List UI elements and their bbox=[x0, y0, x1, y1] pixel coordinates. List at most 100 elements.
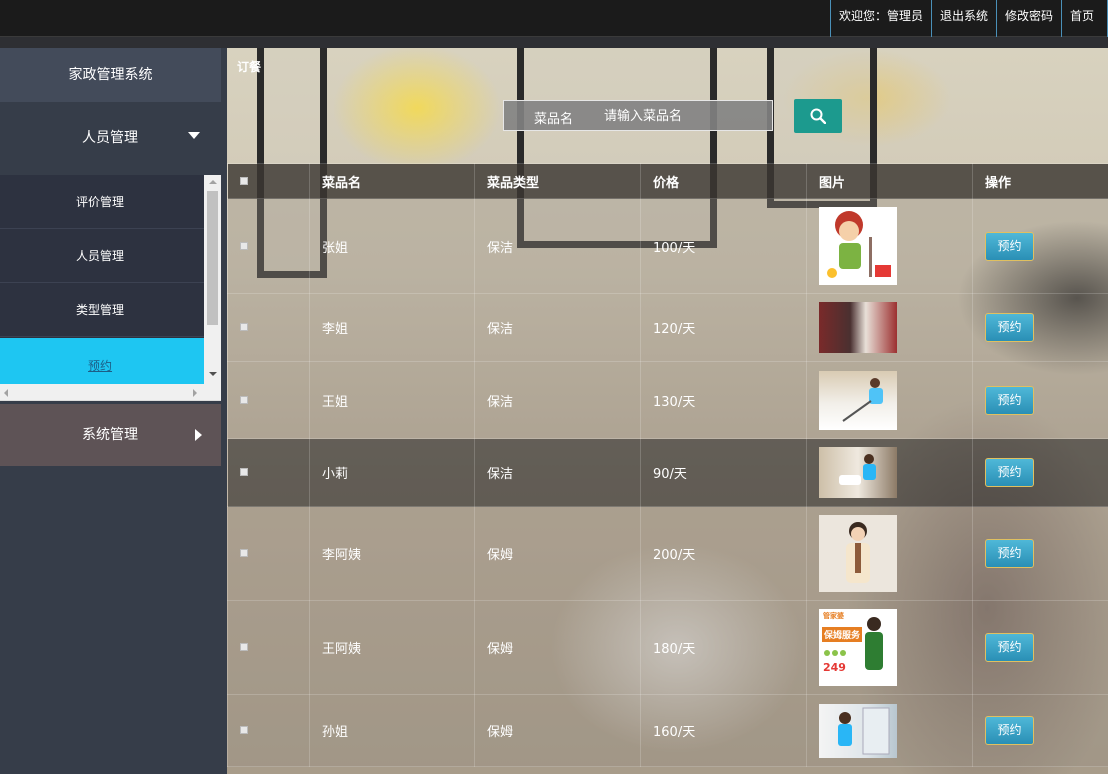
scroll-thumb[interactable] bbox=[207, 191, 218, 325]
cell-name: 张姐 bbox=[309, 198, 475, 294]
cell-price: 180/天 bbox=[640, 600, 807, 695]
sidebar-item-label: 人员管理 bbox=[76, 249, 125, 263]
row-select-cell bbox=[227, 600, 310, 695]
cell-type: 保洁 bbox=[474, 198, 641, 294]
cell-image bbox=[806, 293, 973, 362]
sidebar-item-review[interactable]: 评价管理 bbox=[0, 175, 204, 229]
cell-price: 120/天 bbox=[640, 293, 807, 362]
table-row: 李姐 保洁 120/天 预约 bbox=[227, 293, 1108, 362]
column-header-name[interactable]: 菜品名 bbox=[309, 163, 475, 199]
welcome-text: 欢迎您：管理员 bbox=[829, 0, 931, 37]
select-all-checkbox[interactable] bbox=[240, 176, 248, 185]
sidebar-item-people[interactable]: 人员管理 bbox=[0, 229, 204, 283]
cell-name: 王姐 bbox=[309, 361, 475, 439]
change-password-link[interactable]: 修改密码 bbox=[995, 0, 1061, 37]
cartoon-cleaner-image bbox=[819, 207, 897, 285]
row-select-cell bbox=[227, 293, 310, 362]
sidebar-item-types[interactable]: 类型管理 bbox=[0, 283, 204, 337]
cell-price: 200/天 bbox=[640, 506, 807, 601]
sidebar-menu-people-label: 人员管理 bbox=[82, 130, 138, 146]
cell-image bbox=[806, 438, 973, 507]
system-title: 家政管理系统 bbox=[0, 48, 221, 102]
cell-name: 李阿姨 bbox=[309, 506, 475, 601]
search-button[interactable] bbox=[794, 99, 842, 133]
row-select-cell bbox=[227, 198, 310, 294]
top-divider bbox=[0, 37, 1108, 48]
row-checkbox[interactable] bbox=[240, 241, 248, 250]
search-icon bbox=[810, 108, 826, 124]
table-row: 王姐 保洁 130/天 预约 bbox=[227, 361, 1108, 439]
cell-price: 90/天 bbox=[640, 438, 807, 507]
search-bar: 菜品名 bbox=[503, 100, 773, 131]
logout-link[interactable]: 退出系统 bbox=[930, 0, 996, 37]
row-select-cell bbox=[227, 506, 310, 601]
top-bar: 欢迎您：管理员 退出系统 修改密码 首页 bbox=[0, 0, 1108, 37]
cell-price: 160/天 bbox=[640, 694, 807, 767]
vacuum-cleaning-photo bbox=[819, 370, 897, 430]
column-header-type[interactable]: 菜品类型 bbox=[474, 163, 641, 199]
cell-action: 预约 bbox=[972, 694, 1108, 767]
row-checkbox[interactable] bbox=[240, 643, 248, 651]
sidebar-menu-system-label: 系统管理 bbox=[82, 427, 138, 443]
row-select-cell bbox=[227, 694, 310, 767]
book-button[interactable]: 预约 bbox=[985, 313, 1034, 342]
table-row: 小莉 保洁 90/天 预约 bbox=[227, 438, 1108, 507]
cell-type: 保姆 bbox=[474, 694, 641, 767]
row-checkbox[interactable] bbox=[240, 468, 248, 476]
caret-right-icon bbox=[195, 429, 202, 441]
sidebar-menu-people[interactable]: 人员管理 bbox=[0, 102, 221, 174]
cell-image bbox=[806, 361, 973, 439]
row-checkbox[interactable] bbox=[240, 395, 248, 404]
row-checkbox[interactable] bbox=[240, 726, 248, 734]
book-button[interactable]: 预约 bbox=[985, 633, 1034, 662]
nanny-portrait-photo bbox=[819, 515, 897, 592]
book-button[interactable]: 预约 bbox=[985, 385, 1034, 415]
caret-down-icon bbox=[188, 132, 200, 139]
cell-name: 李姐 bbox=[309, 293, 475, 362]
vertical-scrollbar[interactable] bbox=[204, 175, 221, 384]
cell-name: 小莉 bbox=[309, 438, 475, 507]
cleaning-staff-photo bbox=[819, 447, 897, 498]
sidebar-menu-system[interactable]: 系统管理 bbox=[0, 404, 221, 466]
table-row: 李阿姨 保姆 200/天 预约 bbox=[227, 506, 1108, 601]
book-button[interactable]: 预约 bbox=[985, 458, 1034, 487]
row-checkbox[interactable] bbox=[240, 323, 248, 331]
row-checkbox[interactable] bbox=[240, 549, 248, 557]
cell-type: 保姆 bbox=[474, 506, 641, 601]
home-link[interactable]: 首页 bbox=[1060, 0, 1108, 37]
scroll-right-icon[interactable] bbox=[193, 389, 197, 397]
table-header-row: 菜品名 菜品类型 价格 图片 操作 bbox=[227, 163, 1108, 199]
cell-action: 预约 bbox=[972, 361, 1108, 439]
sidebar-item-booking[interactable]: 预约 bbox=[0, 338, 204, 384]
scroll-left-icon[interactable] bbox=[4, 389, 8, 397]
cell-image bbox=[806, 198, 973, 294]
table-row: 王阿姨 保姆 180/天 管家婆 保姆服务 249 预约 bbox=[227, 600, 1108, 695]
search-input[interactable] bbox=[604, 103, 764, 129]
sidebar: 家政管理系统 人员管理 评价管理 人员管理 类型管理 预约 系统管理 bbox=[0, 48, 227, 774]
scroll-up-icon[interactable] bbox=[209, 180, 217, 184]
sidebar-item-label: 类型管理 bbox=[76, 303, 125, 317]
cell-type: 保姆 bbox=[474, 600, 641, 695]
cleaning-staff-photo bbox=[819, 302, 897, 353]
cell-name: 孙姐 bbox=[309, 694, 475, 767]
row-select-cell bbox=[227, 438, 310, 507]
scroll-down-icon[interactable] bbox=[209, 372, 217, 376]
column-header-image: 图片 bbox=[806, 163, 973, 199]
table-row: 张姐 保洁 100/天 预约 bbox=[227, 198, 1108, 294]
column-header-action: 操作 bbox=[972, 163, 1108, 199]
sidebar-item-label: 评价管理 bbox=[76, 195, 125, 209]
cell-type: 保洁 bbox=[474, 438, 641, 507]
cell-action: 预约 bbox=[972, 600, 1108, 695]
cell-image bbox=[806, 506, 973, 601]
book-button[interactable]: 预约 bbox=[985, 231, 1034, 261]
book-button[interactable]: 预约 bbox=[985, 539, 1034, 568]
cell-action: 预约 bbox=[972, 438, 1108, 507]
staff-table: 菜品名 菜品类型 价格 图片 操作 张姐 保洁 100/天 预约 李姐 保洁 1… bbox=[227, 163, 1108, 767]
cell-name: 王阿姨 bbox=[309, 600, 475, 695]
sidebar-submenu: 评价管理 人员管理 类型管理 预约 bbox=[0, 175, 221, 401]
column-header-price[interactable]: 价格 bbox=[640, 163, 807, 199]
nanny-service-ad-image: 管家婆 保姆服务 249 bbox=[819, 609, 897, 686]
cell-type: 保洁 bbox=[474, 293, 641, 362]
horizontal-scrollbar[interactable] bbox=[0, 384, 221, 400]
book-button[interactable]: 预约 bbox=[985, 716, 1034, 745]
